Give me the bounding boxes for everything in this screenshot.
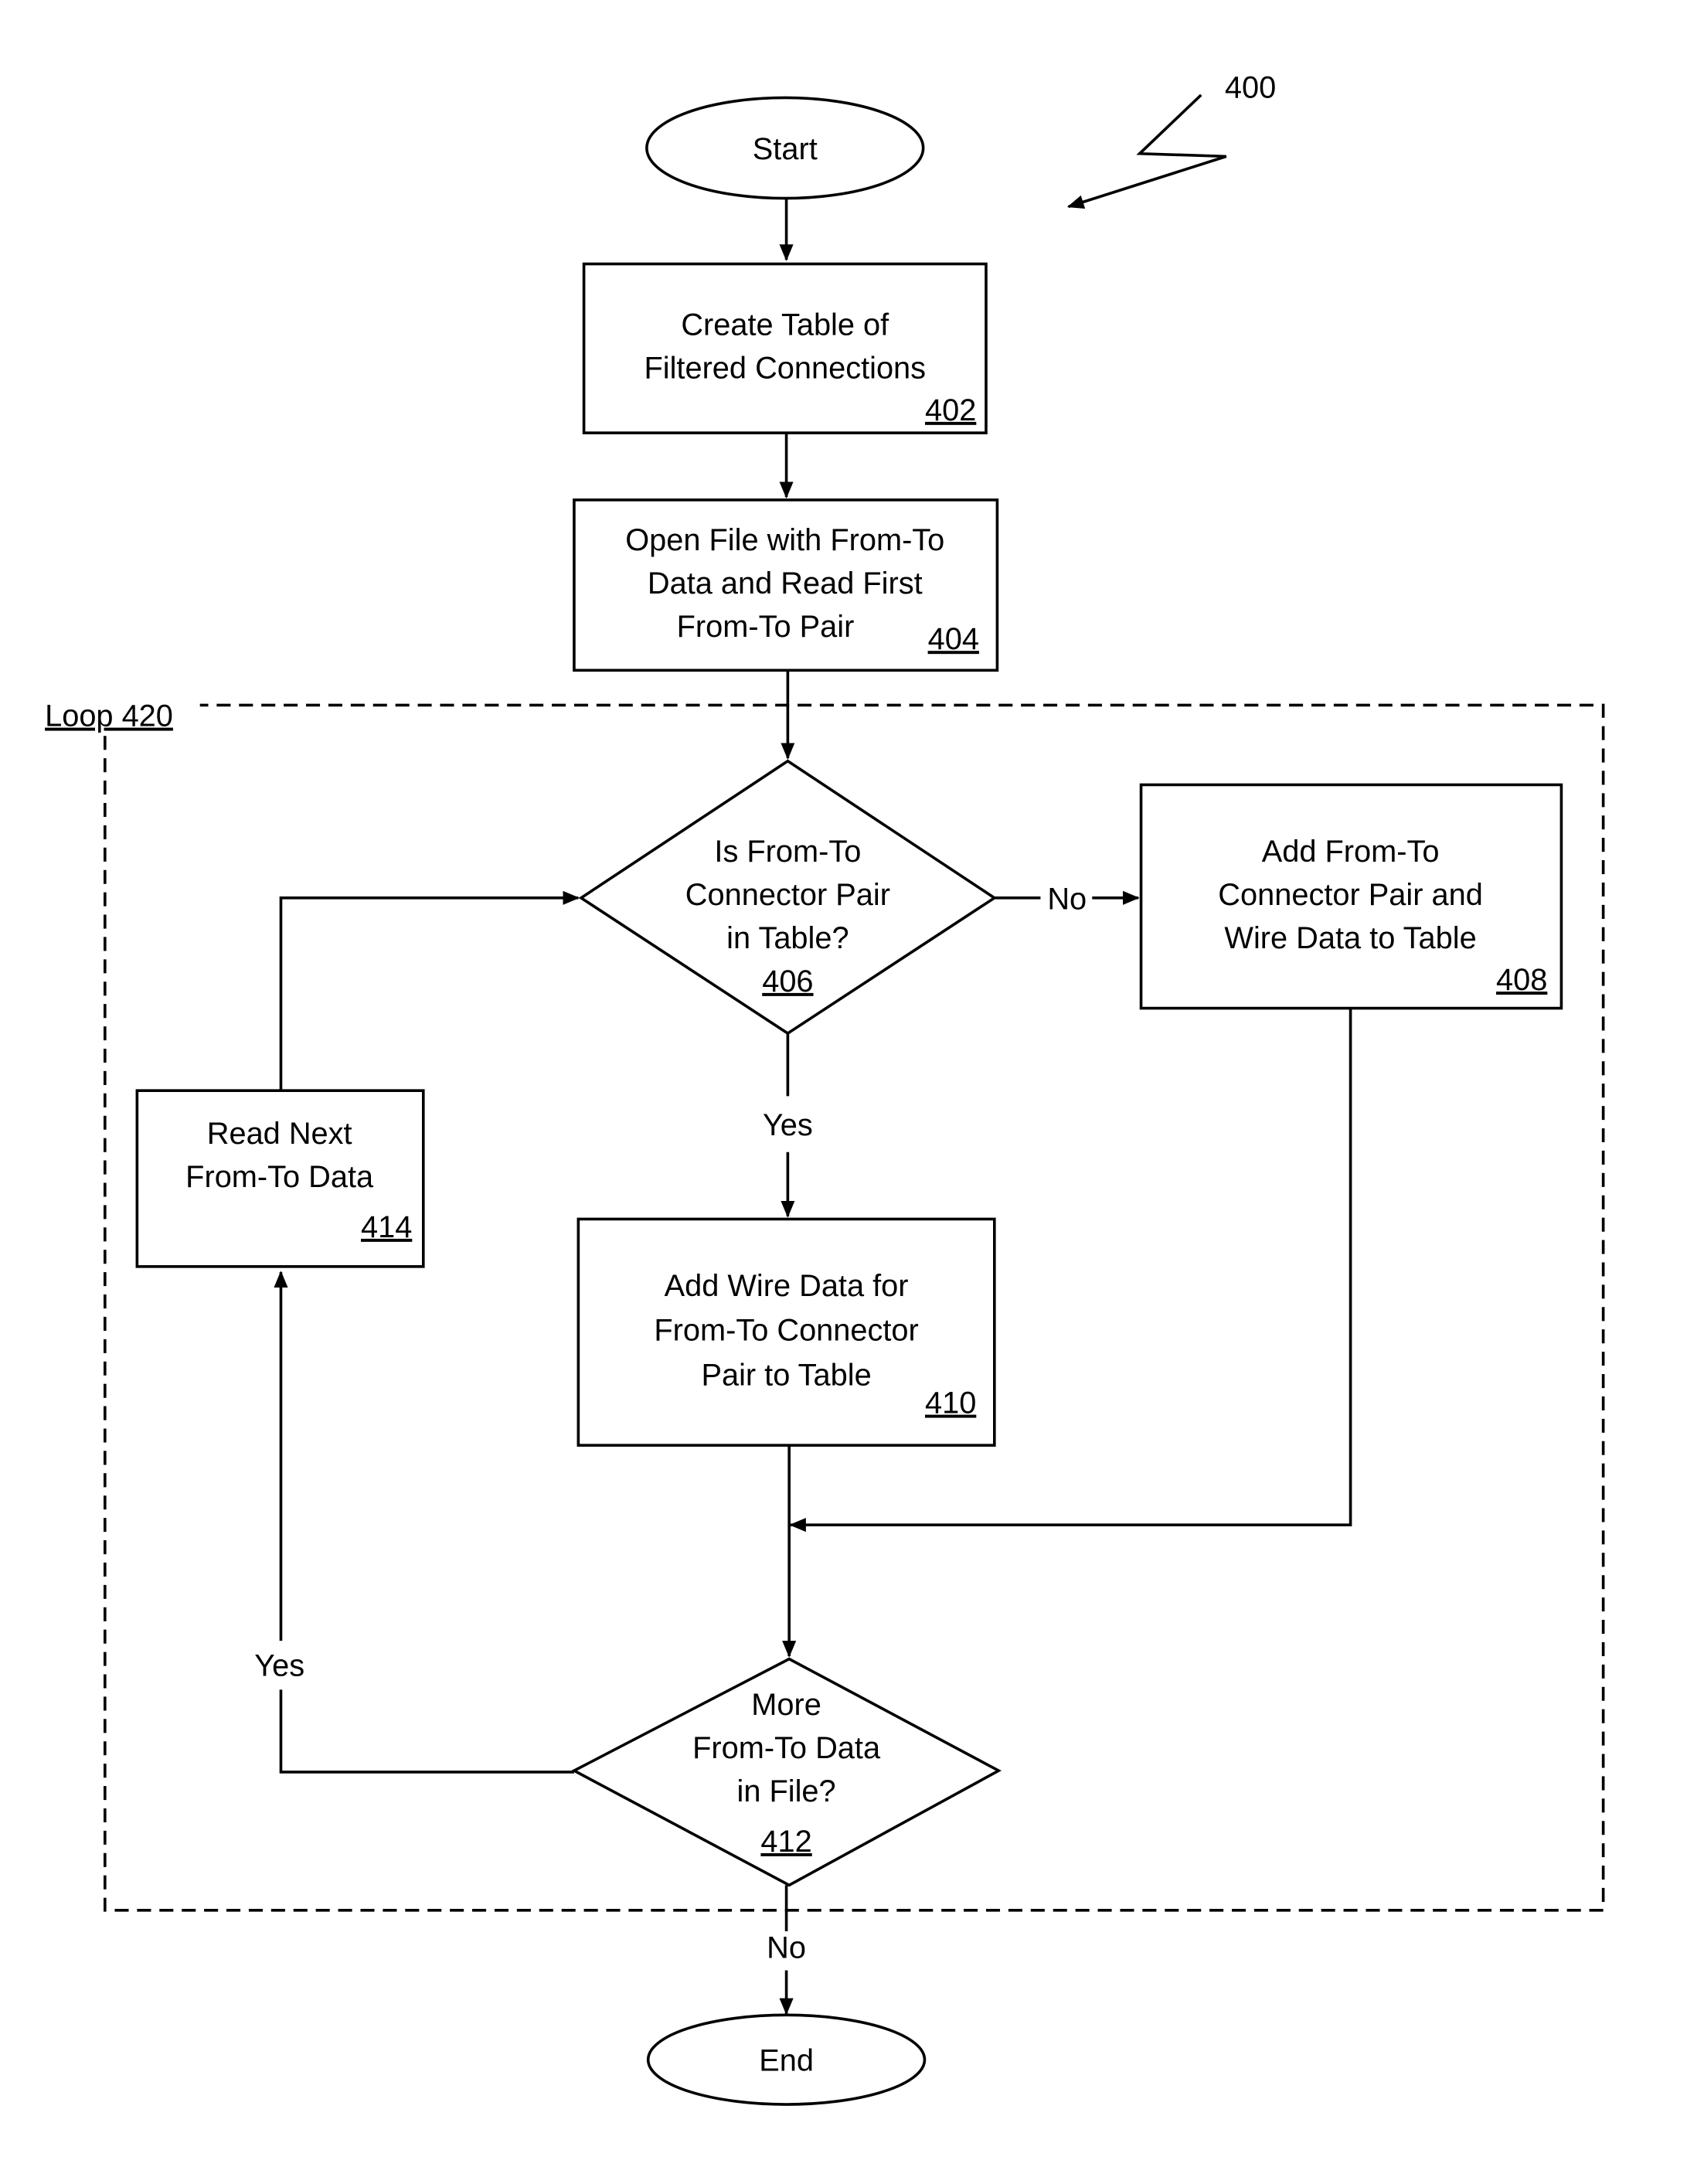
step-404-number: 404 [928,622,979,656]
decision-406-number: 406 [762,964,813,998]
step-402-number: 402 [925,393,976,427]
edge-412-yes-a [279,1689,574,1774]
step-404-line-1: Open File with From-To [625,523,944,557]
step-408-line-2: Connector Pair and [1218,878,1483,912]
edge-414-406 [279,890,580,1091]
step-404-line-3: From-To Pair [677,610,855,644]
start-label: Start [753,132,818,166]
decision-406-line-1: Is From-To [714,835,861,869]
step-402-line-1: Create Table of [681,308,889,342]
decision-406-line-2: Connector Pair [685,878,890,912]
step-414-line-2: From-To Data [185,1160,374,1194]
step-404-line-2: Data and Read First [648,566,923,600]
edge-406-yes-label: Yes [763,1108,813,1142]
edge-406-no-label: No [1047,882,1087,916]
end-label: End [759,2044,814,2078]
step-402-line-2: Filtered Connections [644,352,926,386]
decision-406-line-3: in Table? [726,921,849,955]
step-414-line-1: Read Next [207,1117,352,1151]
flowchart-400: 400 Loop 420 Start Create Table of Filte… [39,70,1605,2106]
step-410-number: 410 [925,1386,976,1420]
decision-412-line-1: More [751,1688,821,1722]
figure-reference-number: 400 [1225,70,1276,104]
step-408-number: 408 [1496,963,1547,997]
decision-412-number: 412 [760,1825,811,1859]
step-410-line-1: Add Wire Data for [665,1269,909,1303]
step-414-number: 414 [361,1210,412,1244]
reference-arrow [1066,94,1227,209]
decision-412-line-3: in File? [737,1774,836,1808]
step-408-line-1: Add From-To [1262,835,1440,869]
step-410-line-2: From-To Connector [654,1314,918,1348]
loop-420-label: Loop 420 [45,699,173,733]
decision-412-line-2: From-To Data [692,1731,881,1765]
edge-412-no-label: No [767,1931,806,1965]
step-408-line-3: Wire Data to Table [1224,921,1476,955]
edge-412-yes-label: Yes [254,1648,304,1682]
step-410-line-3: Pair to Table [701,1358,871,1392]
